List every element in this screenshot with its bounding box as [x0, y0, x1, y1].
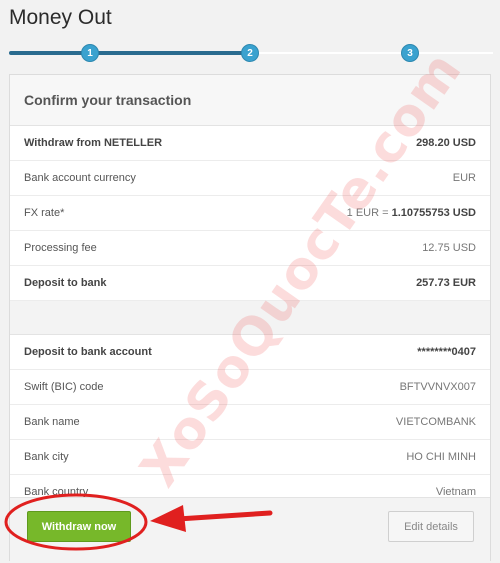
summary-row-withdraw-from: Withdraw from NETELLER 298.20 USD	[10, 126, 490, 161]
row-value: 257.73 EUR	[416, 277, 476, 289]
step-2-marker: 2	[241, 44, 259, 62]
row-value: VIETCOMBANK	[395, 416, 476, 428]
row-label: Deposit to bank account	[24, 346, 152, 358]
bank-row-account: Deposit to bank account ********0407	[10, 335, 490, 370]
progress-track-completed	[9, 51, 249, 55]
row-label: Bank city	[24, 451, 69, 463]
row-label: Swift (BIC) code	[24, 381, 104, 393]
row-label: Withdraw from NETELLER	[24, 137, 163, 149]
progress-stepper: 1 2 3	[9, 42, 493, 64]
card-footer: Withdraw now Edit details	[10, 497, 490, 563]
summary-row-deposit-to-bank: Deposit to bank 257.73 EUR	[10, 266, 490, 301]
summary-row-bank-currency: Bank account currency EUR	[10, 161, 490, 196]
row-value: BFTVVNVX007	[399, 381, 476, 393]
confirm-transaction-card: Confirm your transaction Withdraw from N…	[9, 74, 491, 563]
step-3-marker: 3	[401, 44, 419, 62]
row-value: 298.20 USD	[416, 137, 476, 149]
summary-row-fx-rate: FX rate* 1 EUR = 1.10755753 USD	[10, 196, 490, 231]
row-label: Deposit to bank	[24, 277, 107, 289]
row-label: Bank account currency	[24, 172, 136, 184]
bank-row-city: Bank city HO CHI MINH	[10, 440, 490, 475]
withdraw-now-button[interactable]: Withdraw now	[27, 511, 131, 542]
row-value: ********0407	[417, 346, 476, 358]
row-value: EUR	[452, 172, 476, 184]
row-value: HO CHI MINH	[406, 451, 476, 463]
row-label: Processing fee	[24, 242, 97, 254]
fx-rate-value: 1.10755753 USD	[391, 207, 476, 219]
bank-row-swift: Swift (BIC) code BFTVVNVX007	[10, 370, 490, 405]
section-divider	[10, 301, 490, 335]
bank-row-name: Bank name VIETCOMBANK	[10, 405, 490, 440]
fx-rate-prefix: 1 EUR =	[346, 207, 392, 219]
row-value: 1 EUR = 1.10755753 USD	[347, 207, 476, 219]
summary-row-processing-fee: Processing fee 12.75 USD	[10, 231, 490, 266]
page-title: Money Out	[9, 6, 112, 29]
card-title: Confirm your transaction	[10, 75, 490, 126]
progress-track-remaining	[249, 52, 493, 54]
row-label: Bank name	[24, 416, 80, 428]
row-value: 12.75 USD	[422, 242, 476, 254]
step-1-marker: 1	[81, 44, 99, 62]
edit-details-button[interactable]: Edit details	[388, 511, 474, 542]
row-label: FX rate*	[24, 207, 65, 219]
